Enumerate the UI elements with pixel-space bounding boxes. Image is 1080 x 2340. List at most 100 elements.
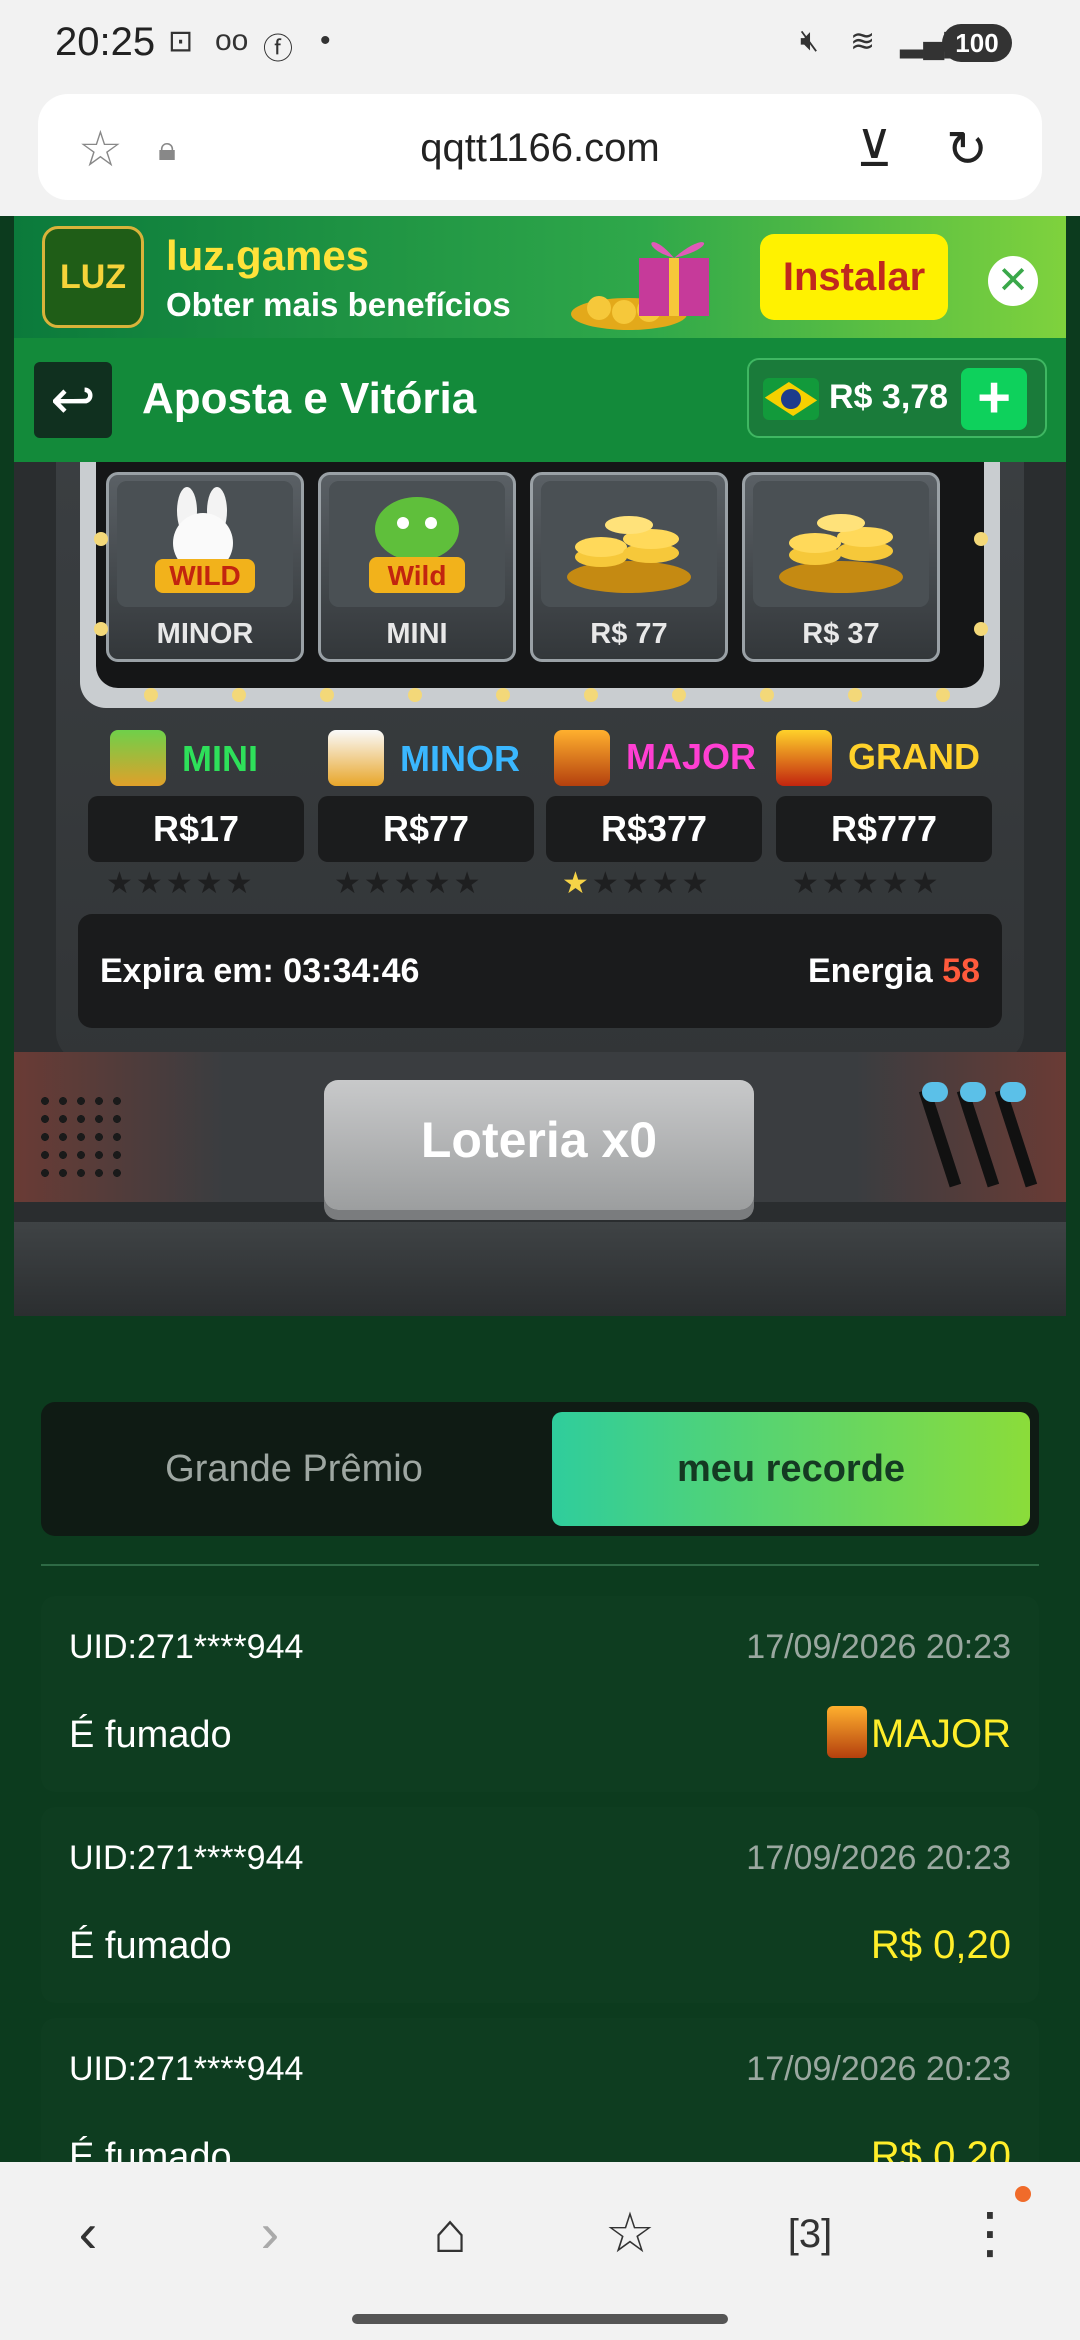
marquee-light [848,688,862,702]
reel-1: WILD MINOR [106,472,304,662]
star-rating-major: ★★★★★ [562,867,712,900]
marquee-light [760,688,774,702]
dragon-wild-icon [110,730,166,786]
reel-label: R$ 37 [802,618,880,650]
record-prize: R$ 0,20 [870,1923,1011,1967]
energy-label: Energia [808,952,933,990]
home-icon[interactable]: ⌂ [410,2200,490,2265]
more-notifications-icon: • [320,24,331,57]
reel-screen: WILD MINOR Wild MINI R$ 77 R$ 37 [96,462,984,688]
balance-widget: R$ 3,78 + [747,358,1047,438]
reel-label: MINOR [156,618,254,650]
jackpot-value-grand: R$777 [776,796,992,862]
marquee-light [974,622,988,636]
control-levers [904,1082,1038,1192]
svg-text:WILD: WILD [169,560,241,591]
close-banner-button[interactable]: ✕ [988,256,1038,306]
star-rating-grand: ★★★★★ [792,867,942,900]
reel-label: MINI [386,618,448,650]
tabs-count: 3 [798,2212,822,2256]
mute-icon: 🔇︎ [800,24,819,57]
marquee-light [496,688,510,702]
gesture-handle [352,2314,728,2324]
reel-label: R$ 77 [590,618,668,650]
jackpot-name: GRAND [848,736,980,777]
marquee-light [144,688,158,702]
list-item: UID:271****944 17/09/2026 20:23 É fumado… [41,1596,1039,1792]
tab-my-record[interactable]: meu recorde [552,1412,1030,1526]
marquee-light [94,622,108,636]
rabbit-wild-icon [328,730,384,786]
jackpot-value-minor: R$77 [318,796,534,862]
app-install-banner[interactable]: LUZ luz.games Obter mais benefícios Inst… [14,216,1066,338]
lottery-button[interactable]: Loteria x0 [324,1080,754,1210]
forward-arrow-icon[interactable]: › [230,2200,310,2265]
notification-dot [1015,2186,1031,2202]
record-tabs: Grande Prêmio meu recorde [41,1402,1039,1536]
slot-machine: WILD MINOR Wild MINI R$ 77 R$ 37 MINI MI… [14,462,1066,1316]
divider [41,1564,1039,1566]
record-uid: UID:271****944 [69,1628,304,1666]
reel-screen-frame: WILD MINOR Wild MINI R$ 77 R$ 37 [80,462,1000,708]
balance-amount: R$ 3,78 [829,378,949,416]
brazil-flag-icon [763,378,819,420]
tiger-wild-icon [827,1706,867,1758]
expiry-energy-panel: Expira em: 03:34:46 Energia 58 [78,914,1002,1028]
reel-2: Wild MINI [318,472,516,662]
jackpot-name: MINOR [400,738,520,779]
record-uid: UID:271****944 [69,2050,304,2088]
rabbit-wild-icon: WILD [117,481,293,607]
address-bar[interactable]: ☆ 🔒︎ qqtt1166.com ⊻ ↻ [38,94,1042,200]
browser-bottom-nav: ‹ › ⌂ ☆ [3] ⋮ [0,2162,1080,2340]
marquee-light [974,532,988,546]
download-icon[interactable]: ⊻ [856,120,893,178]
record-status: É fumado [69,1925,232,1967]
record-uid: UID:271****944 [69,1839,304,1877]
marquee-light [408,688,422,702]
record-date: 17/09/2026 20:23 [746,2050,1011,2088]
page-title: Aposta e Vitória [142,374,477,423]
menu-icon[interactable]: ⋮ [950,2200,1030,2266]
marquee-light [94,532,108,546]
reel-4: R$ 37 [742,472,940,662]
gold-coins-icon [753,481,929,607]
marquee-light [936,688,950,702]
tabs-icon[interactable]: [3] [770,2212,850,2257]
back-button[interactable]: ↩ [34,362,112,438]
status-time: 20:25 [55,20,156,64]
machine-base [14,1222,1066,1316]
star-rating-mini: ★★★★★ [106,867,256,900]
screenshot-icon: ⊡ [168,25,194,58]
back-arrow-icon[interactable]: ‹ [48,2200,128,2265]
gold-coins-icon [541,481,717,607]
bookmarks-icon[interactable]: ☆ [590,2200,670,2266]
reload-icon[interactable]: ↻ [946,120,988,178]
gift-coins-icon [571,242,709,330]
jackpot-name: MAJOR [626,736,757,777]
record-prize: MAJOR [871,1712,1011,1756]
tiger-wild-icon [554,730,610,786]
wifi-icon: ≋ [850,25,876,58]
record-date: 17/09/2026 20:23 [746,1839,1011,1877]
page-header: ↩ Aposta e Vitória R$ 3,78 + [14,338,1066,462]
record-status: É fumado [69,1714,232,1756]
svg-text:Wild: Wild [388,560,447,591]
energy-value: 58 [942,952,980,990]
energy-indicator: Energia 58 [808,952,980,991]
grand-win-icon [776,730,832,786]
jackpot-name: MINI [182,738,258,779]
ad-subtitle: Obter mais benefícios [166,286,511,323]
ad-title: luz.games [166,232,370,279]
luz-games-logo: LUZ [42,226,144,328]
record-date: 17/09/2026 20:23 [746,1628,1011,1666]
battery-indicator: 100 [942,24,1012,62]
install-button[interactable]: Instalar [760,234,948,320]
status-bar: 20:25 ⊡ oo ⓕ • 🔇︎ ≋ ▂▄▆ 100 [0,0,1080,88]
reel-3: R$ 77 [530,472,728,662]
voicemail-icon: oo [215,24,249,57]
marquee-light [672,688,686,702]
tab-grand-prize[interactable]: Grande Prêmio [41,1402,547,1536]
marquee-light [232,688,246,702]
speaker-grille [36,1092,126,1182]
add-funds-button[interactable]: + [961,368,1027,430]
